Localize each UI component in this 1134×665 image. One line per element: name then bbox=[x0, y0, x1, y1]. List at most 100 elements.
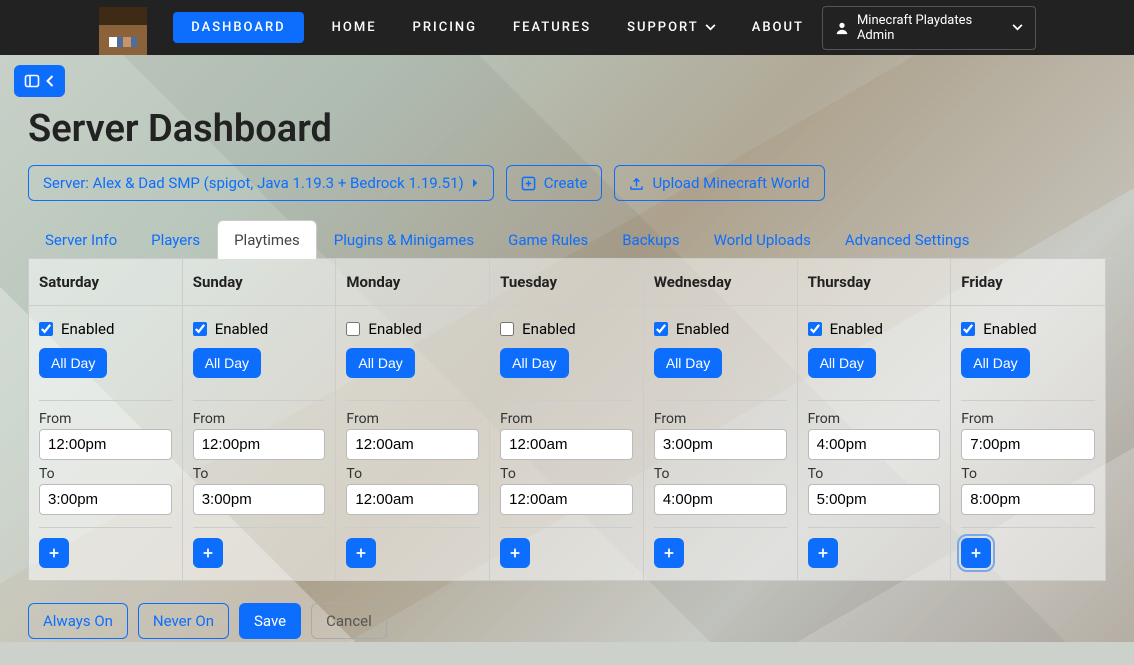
to-input[interactable] bbox=[346, 484, 479, 515]
from-label: From bbox=[346, 411, 479, 427]
logo[interactable] bbox=[94, 0, 151, 55]
enable-row[interactable]: Enabled bbox=[961, 320, 1095, 338]
enabled-checkbox[interactable] bbox=[193, 322, 207, 336]
to-label: To bbox=[654, 466, 787, 482]
day-column: SundayEnabledAll DayFromTo bbox=[183, 259, 337, 580]
divider bbox=[39, 400, 172, 401]
logo-icon bbox=[99, 7, 147, 55]
tab-world-uploads[interactable]: World Uploads bbox=[697, 220, 828, 259]
from-input[interactable] bbox=[500, 429, 633, 460]
enable-row[interactable]: Enabled bbox=[193, 320, 326, 338]
from-label: From bbox=[39, 411, 172, 427]
to-label: To bbox=[500, 466, 633, 482]
create-button[interactable]: Create bbox=[506, 165, 603, 201]
chevron-left-icon bbox=[46, 75, 55, 87]
nav-home[interactable]: HOME bbox=[314, 12, 395, 43]
divider bbox=[193, 527, 326, 528]
all-day-button[interactable]: All Day bbox=[39, 348, 107, 378]
enabled-label: Enabled bbox=[830, 320, 883, 338]
server-selector-label: Server: Alex & Dad SMP (spigot, Java 1.1… bbox=[43, 174, 464, 192]
tab-players[interactable]: Players bbox=[134, 220, 217, 259]
add-time-button[interactable] bbox=[961, 538, 991, 568]
enabled-label: Enabled bbox=[676, 320, 729, 338]
enabled-checkbox[interactable] bbox=[654, 322, 668, 336]
enabled-checkbox[interactable] bbox=[500, 322, 514, 336]
all-day-button[interactable]: All Day bbox=[193, 348, 261, 378]
to-input[interactable] bbox=[39, 484, 172, 515]
all-day-button[interactable]: All Day bbox=[961, 348, 1029, 378]
from-label: From bbox=[808, 411, 941, 427]
never-on-button[interactable]: Never On bbox=[138, 603, 229, 639]
to-input[interactable] bbox=[193, 484, 326, 515]
upload-world-button[interactable]: Upload Minecraft World bbox=[614, 165, 824, 201]
all-day-button[interactable]: All Day bbox=[808, 348, 876, 378]
day-column: ThursdayEnabledAll DayFromTo bbox=[798, 259, 952, 580]
panel-icon bbox=[24, 73, 40, 89]
from-label: From bbox=[961, 411, 1095, 427]
add-time-button[interactable] bbox=[193, 538, 223, 568]
nav-dashboard[interactable]: DASHBOARD bbox=[173, 12, 303, 43]
add-time-button[interactable] bbox=[39, 538, 69, 568]
nav-about[interactable]: ABOUT bbox=[734, 12, 822, 43]
day-column: MondayEnabledAll DayFromTo bbox=[336, 259, 490, 580]
divider bbox=[961, 400, 1095, 401]
user-icon bbox=[835, 21, 849, 35]
to-input[interactable] bbox=[500, 484, 633, 515]
server-selector[interactable]: Server: Alex & Dad SMP (spigot, Java 1.1… bbox=[28, 165, 494, 201]
enable-row[interactable]: Enabled bbox=[346, 320, 479, 338]
account-menu[interactable]: Minecraft Playdates Admin bbox=[822, 6, 1036, 50]
tab-server-info[interactable]: Server Info bbox=[28, 220, 134, 259]
nav-support[interactable]: SUPPORT bbox=[609, 12, 734, 43]
nav-support-label: SUPPORT bbox=[627, 20, 699, 35]
save-button[interactable]: Save bbox=[239, 603, 301, 639]
to-input[interactable] bbox=[961, 484, 1095, 515]
divider bbox=[961, 527, 1095, 528]
plus-icon bbox=[47, 546, 61, 560]
add-time-button[interactable] bbox=[346, 538, 376, 568]
all-day-button[interactable]: All Day bbox=[346, 348, 414, 378]
caret-right-icon bbox=[472, 178, 479, 188]
enabled-checkbox[interactable] bbox=[808, 322, 822, 336]
create-button-label: Create bbox=[544, 174, 588, 192]
from-input[interactable] bbox=[193, 429, 326, 460]
playtimes-grid: SaturdayEnabledAll DayFromToSundayEnable… bbox=[28, 259, 1106, 581]
day-header: Sunday bbox=[183, 259, 336, 306]
from-input[interactable] bbox=[346, 429, 479, 460]
to-input[interactable] bbox=[654, 484, 787, 515]
enable-row[interactable]: Enabled bbox=[500, 320, 633, 338]
all-day-button[interactable]: All Day bbox=[654, 348, 722, 378]
enable-row[interactable]: Enabled bbox=[654, 320, 787, 338]
enabled-checkbox[interactable] bbox=[346, 322, 360, 336]
divider bbox=[39, 527, 172, 528]
tab-game-rules[interactable]: Game Rules bbox=[491, 220, 605, 259]
all-day-button[interactable]: All Day bbox=[500, 348, 568, 378]
from-input[interactable] bbox=[961, 429, 1095, 460]
from-input[interactable] bbox=[654, 429, 787, 460]
day-header: Wednesday bbox=[644, 259, 797, 306]
tab-playtimes[interactable]: Playtimes bbox=[217, 220, 317, 259]
enable-row[interactable]: Enabled bbox=[39, 320, 172, 338]
sidebar-toggle[interactable] bbox=[14, 65, 65, 97]
upload-icon bbox=[629, 176, 644, 191]
add-time-button[interactable] bbox=[500, 538, 530, 568]
tab-plugins[interactable]: Plugins & Minigames bbox=[317, 220, 491, 259]
from-label: From bbox=[654, 411, 787, 427]
add-time-button[interactable] bbox=[808, 538, 838, 568]
plus-icon bbox=[354, 546, 368, 560]
from-label: From bbox=[500, 411, 633, 427]
divider bbox=[808, 527, 941, 528]
always-on-button[interactable]: Always On bbox=[28, 603, 128, 639]
add-time-button[interactable] bbox=[654, 538, 684, 568]
enabled-checkbox[interactable] bbox=[39, 322, 53, 336]
from-input[interactable] bbox=[808, 429, 941, 460]
enable-row[interactable]: Enabled bbox=[808, 320, 941, 338]
to-label: To bbox=[808, 466, 941, 482]
nav-features[interactable]: FEATURES bbox=[495, 12, 609, 43]
tab-advanced[interactable]: Advanced Settings bbox=[828, 220, 987, 259]
from-input[interactable] bbox=[39, 429, 172, 460]
tab-backups[interactable]: Backups bbox=[605, 220, 696, 259]
cancel-button[interactable]: Cancel bbox=[311, 603, 387, 639]
enabled-checkbox[interactable] bbox=[961, 322, 975, 336]
to-input[interactable] bbox=[808, 484, 941, 515]
nav-pricing[interactable]: PRICING bbox=[395, 12, 495, 43]
